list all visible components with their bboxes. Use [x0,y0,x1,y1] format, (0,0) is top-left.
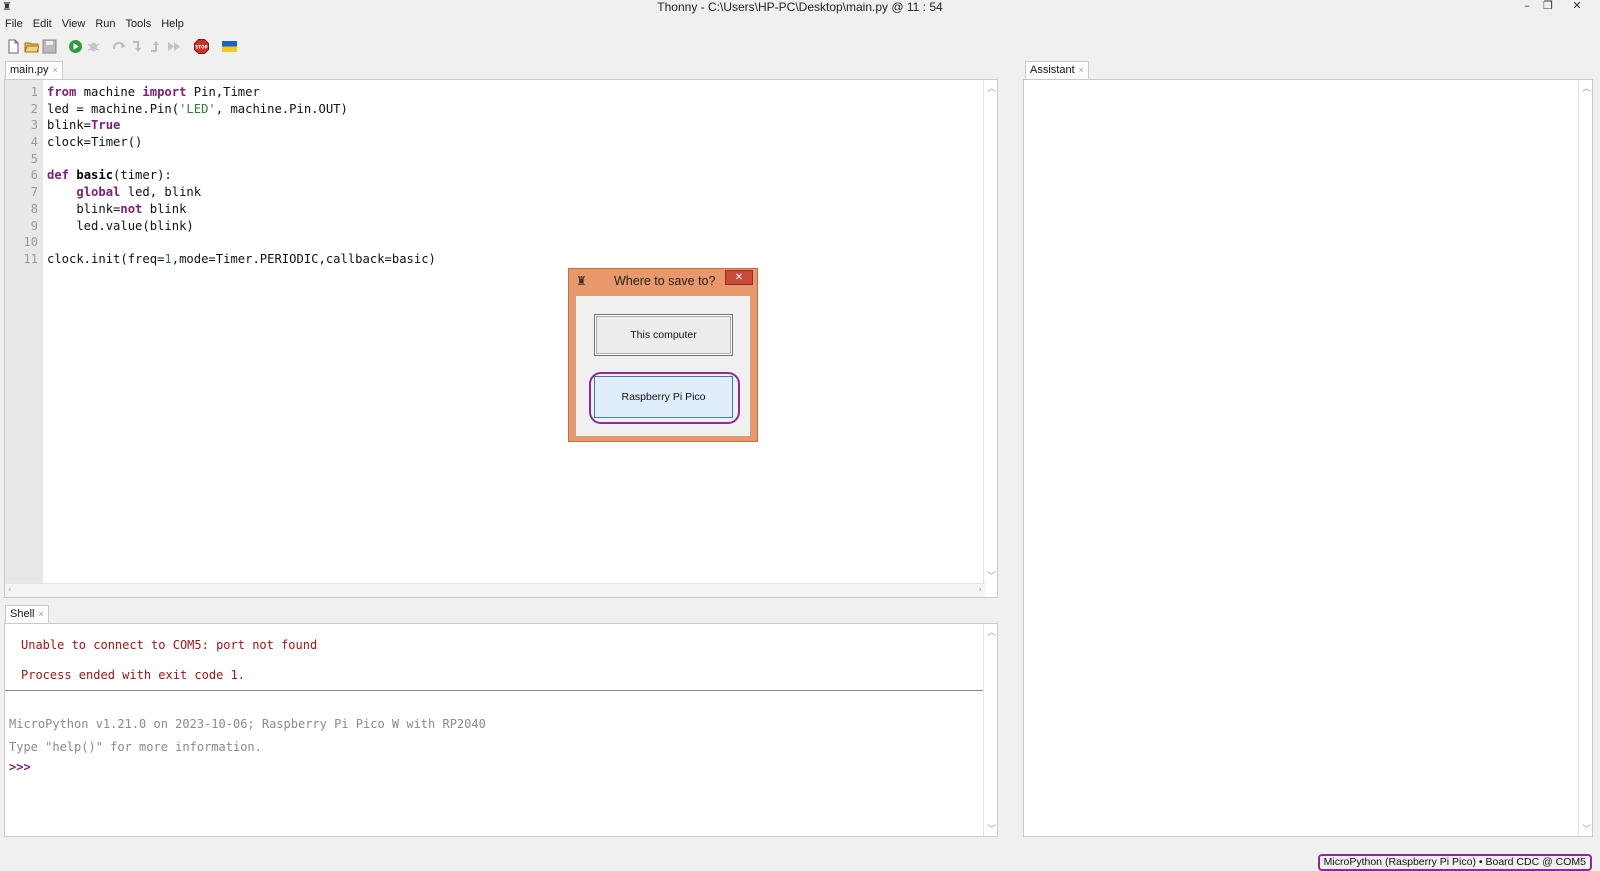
line-number: 2 [30,101,38,116]
shell-prompt[interactable]: >>> [9,760,31,774]
save-location-dialog: ♜ Where to save to? ✕ This computer Rasp… [568,268,758,442]
assistant-panel: ︿ ﹀ [1023,79,1593,837]
scroll-up-icon[interactable]: ︿ [987,625,996,638]
line-number: 3 [30,118,38,133]
dialog-title-bar: ♜ Where to save to? ✕ [569,269,757,293]
line-number: 5 [30,151,38,166]
line-number: 10 [23,235,38,250]
code-line[interactable]: global led, blink [47,184,436,201]
line-number: 11 [23,251,38,266]
interpreter-status[interactable]: MicroPython (Raspberry Pi Pico) • Board … [1317,854,1592,871]
tab-shell[interactable]: Shell × [5,605,49,623]
menu-file[interactable]: File [0,16,28,32]
line-number: 6 [30,168,38,183]
tab-main-py[interactable]: main.py × [5,61,63,79]
shell-vertical-scrollbar[interactable]: ︿ ﹀ [983,624,997,836]
code-editor[interactable]: 1 2 3 4 5 6 7 8 9 10 11 from machine imp… [4,79,998,598]
this-computer-button[interactable]: This computer [594,314,733,356]
scroll-down-icon[interactable]: ﹀ [987,569,996,582]
code-line[interactable]: led.value(blink) [47,218,436,235]
code-lines[interactable]: from machine import Pin,Timer led = machi… [47,84,436,268]
line-number: 1 [30,85,38,99]
window-title: Thonny - C:\Users\HP-PC\Desktop\main.py … [657,0,943,14]
save-icon[interactable] [42,39,57,54]
step-into-icon[interactable] [130,39,145,54]
code-line[interactable]: blink=True [47,117,436,134]
dialog-body: This computer Raspberry Pi Pico [575,295,751,437]
code-line[interactable]: clock.init(freq=1,mode=Timer.PERIODIC,ca… [47,251,436,268]
code-line[interactable]: from machine import Pin,Timer [47,84,436,101]
shell-error-line: Process ended with exit code 1. [21,668,245,682]
tab-label: Assistant [1030,64,1075,76]
shell-info-line: MicroPython v1.21.0 on 2023-10-06; Raspb… [9,717,486,731]
line-number-gutter: 1 2 3 4 5 6 7 8 9 10 11 [5,80,43,583]
ukraine-flag-icon[interactable] [222,39,237,54]
shell-info-line: Type "help()" for more information. [9,740,262,754]
step-out-icon[interactable] [148,39,163,54]
line-number: 4 [30,135,38,150]
editor-vertical-scrollbar[interactable]: ︿ ﹀ [983,80,997,583]
menu-edit[interactable]: Edit [28,16,57,32]
menu-tools[interactable]: Tools [121,16,157,32]
shell-error-line: Unable to connect to COM5: port not foun… [21,638,318,652]
code-line[interactable]: blink=not blink [47,201,436,218]
line-number: 8 [30,201,38,216]
tab-label: Shell [10,608,35,620]
scroll-left-icon[interactable]: ‹ [8,585,12,595]
restore-button[interactable]: ❐ [1535,0,1561,14]
scroll-right-icon[interactable]: › [978,585,982,595]
scroll-up-icon[interactable]: ︿ [1582,81,1591,94]
step-over-icon[interactable] [112,39,127,54]
menu-bar: File Edit View Run Tools Help [0,16,1600,32]
menu-run[interactable]: Run [90,16,120,32]
close-window-button[interactable]: ✕ [1564,0,1590,14]
code-line[interactable]: led = machine.Pin('LED', machine.Pin.OUT… [47,101,436,118]
highlight-ring [589,372,740,424]
tab-assistant[interactable]: Assistant × [1025,61,1089,79]
code-line[interactable]: def basic(timer): [47,167,436,184]
tab-label: main.py [10,64,49,76]
tab-close-icon[interactable]: × [38,609,43,619]
code-line[interactable] [47,151,436,168]
open-file-icon[interactable] [24,39,40,54]
toolbar: STOP [6,37,266,57]
menu-view[interactable]: View [57,16,91,32]
dialog-title: Where to save to? [614,274,716,288]
resume-icon[interactable] [166,39,181,54]
shell-panel[interactable]: Unable to connect to COM5: port not foun… [4,623,998,837]
shell-separator [5,690,985,691]
tab-close-icon[interactable]: × [1079,65,1084,75]
raspberry-pi-pico-button[interactable]: Raspberry Pi Pico [589,372,740,424]
tab-close-icon[interactable]: × [53,65,58,75]
debug-icon[interactable] [86,39,101,54]
stop-icon-label: STOP [195,44,208,49]
dialog-close-button[interactable]: ✕ [725,270,753,285]
thonny-logo-icon: ♜ [576,274,587,288]
scroll-down-icon[interactable]: ﹀ [987,822,996,835]
line-number: 7 [30,185,38,200]
new-file-icon[interactable] [6,39,21,54]
assistant-vertical-scrollbar[interactable]: ︿ ﹀ [1578,80,1592,836]
line-number: 9 [30,218,38,233]
editor-horizontal-scrollbar[interactable]: ‹ › [5,583,985,597]
menu-help[interactable]: Help [156,16,189,32]
code-line[interactable]: clock=Timer() [47,134,436,151]
scroll-up-icon[interactable]: ︿ [987,81,996,94]
scroll-down-icon[interactable]: ﹀ [1582,822,1591,835]
title-bar: ♜ Thonny - C:\Users\HP-PC\Desktop\main.p… [0,0,1600,16]
run-icon[interactable] [68,39,83,54]
stop-icon[interactable]: STOP [194,39,209,54]
code-line[interactable] [47,234,436,251]
